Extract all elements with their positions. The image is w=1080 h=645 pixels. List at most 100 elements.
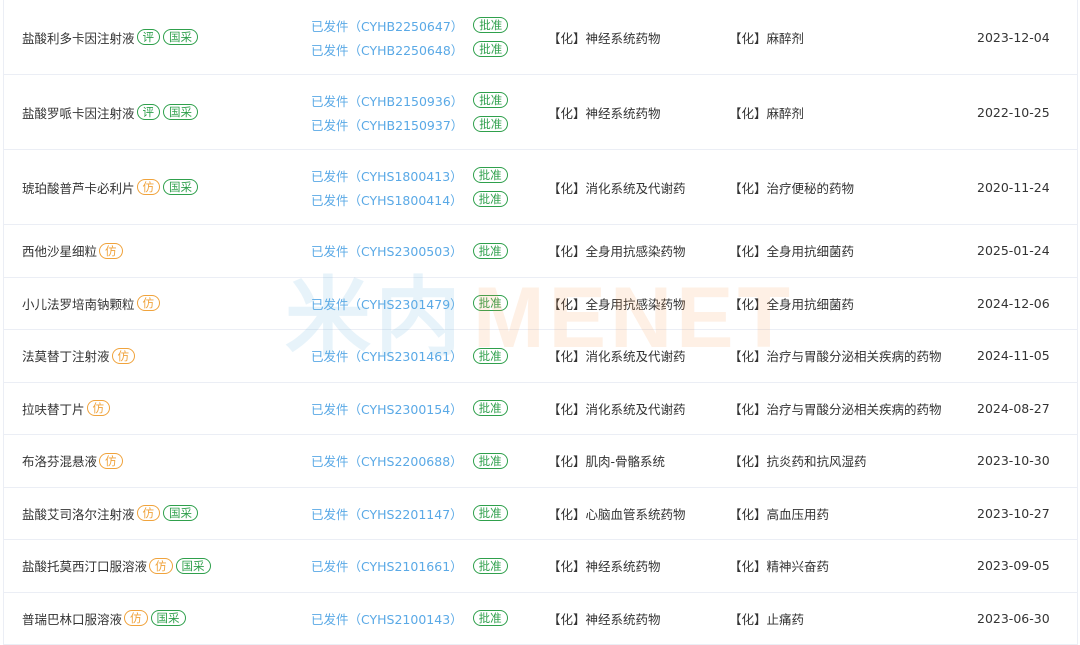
drug-name-cell: 盐酸罗哌卡因注射液 评 国采 xyxy=(22,75,199,149)
date-cell: 2023-10-27 xyxy=(977,505,1050,521)
table-row: 盐酸托莫西汀口服溶液 仿 国采 已发件（CYHS2101661） 批准 【化】神… xyxy=(4,540,1077,593)
approved-badge: 批准 xyxy=(473,41,509,57)
registration-link[interactable]: 已发件（CYHB2150937） xyxy=(311,115,463,134)
date-cell: 2024-11-05 xyxy=(977,348,1050,364)
subcategory-cell: 【化】抗炎药和抗风湿药 xyxy=(729,454,867,470)
table-row: 西他沙星细粒 仿 已发件（CYHS2300503） 批准 【化】全身用抗感染药物… xyxy=(4,225,1077,278)
approved-badge: 批准 xyxy=(472,610,508,627)
drug-name-cell: 西他沙星细粒 仿 xyxy=(22,225,123,277)
drug-name-cell: 布洛芬混悬液 仿 xyxy=(22,435,123,487)
date-cell: 2023-10-30 xyxy=(977,453,1050,469)
registration-link[interactable]: 已发件（CYHB2150936） xyxy=(311,91,463,110)
registration-cell: 已发件（CYHS2200688） 批准 xyxy=(311,435,508,487)
approved-badge: 批准 xyxy=(472,242,508,259)
drug-name-link[interactable]: 盐酸艾司洛尔注射液 xyxy=(22,504,135,523)
subcategory-cell: 【化】治疗与胃酸分泌相关疾病的药物 xyxy=(729,349,942,365)
registration-cell: 已发件（CYHS2201147） 批准 xyxy=(311,488,508,540)
drug-name-link[interactable]: 普瑞巴林口服溶液 xyxy=(22,609,122,628)
approved-badge: 批准 xyxy=(472,295,508,312)
table-row: 拉呋替丁片 仿 已发件（CYHS2300154） 批准 【化】消化系统及代谢药 … xyxy=(4,383,1077,435)
subcategory-cell: 【化】治疗与胃酸分泌相关疾病的药物 xyxy=(729,401,942,417)
generic-badge: 仿 xyxy=(149,557,173,574)
drug-name-cell: 盐酸托莫西汀口服溶液 仿 国采 xyxy=(22,540,211,592)
drug-name-link[interactable]: 小儿法罗培南钠颗粒 xyxy=(22,294,135,313)
approved-badge: 批准 xyxy=(472,347,508,364)
registration-cell: 已发件（CYHS2101661） 批准 xyxy=(311,540,508,592)
table-row: 琥珀酸普芦卡必利片 仿 国采 已发件（CYHS1800413） 批准 已发件（C… xyxy=(4,150,1077,225)
drug-name-cell: 法莫替丁注射液 仿 xyxy=(22,330,136,382)
category-cell: 【化】神经系统药物 xyxy=(548,30,661,46)
table-row: 布洛芬混悬液 仿 已发件（CYHS2200688） 批准 【化】肌肉-骨骼系统 … xyxy=(4,435,1077,488)
registration-link[interactable]: 已发件（CYHS2300154） xyxy=(311,399,463,418)
approved-badge: 批准 xyxy=(472,167,508,183)
category-cell: 【化】消化系统及代谢药 xyxy=(548,349,686,365)
category-cell: 【化】神经系统药物 xyxy=(548,611,661,627)
date-cell: 2022-10-25 xyxy=(977,104,1050,120)
guocai-badge: 国采 xyxy=(163,29,199,45)
table-row: 法莫替丁注射液 仿 已发件（CYHS2301461） 批准 【化】消化系统及代谢… xyxy=(4,330,1077,383)
page: 盐酸利多卡因注射液 评 国采 已发件（CYHB2250647） 批准 已发件（C… xyxy=(0,0,1080,645)
registration-cell: 已发件（CYHS1800413） 批准 已发件（CYHS1800414） 批准 xyxy=(311,150,508,224)
drug-name-cell: 盐酸艾司洛尔注射液 仿 国采 xyxy=(22,488,199,540)
registration-link[interactable]: 已发件（CYHS2300503） xyxy=(311,241,463,260)
category-cell: 【化】全身用抗感染药物 xyxy=(548,296,686,312)
drug-name-cell: 琥珀酸普芦卡必利片 仿 国采 xyxy=(22,150,199,224)
category-cell: 【化】消化系统及代谢药 xyxy=(548,401,686,417)
subcategory-cell: 【化】高血压用药 xyxy=(729,506,830,522)
generic-badge: 仿 xyxy=(111,347,136,364)
registration-link[interactable]: 已发件（CYHS2201147） xyxy=(311,504,463,523)
registration-cell: 已发件（CYHS2301479） 批准 xyxy=(311,278,508,330)
guocai-badge: 国采 xyxy=(163,505,199,522)
drug-name-cell: 普瑞巴林口服溶液 仿 国采 xyxy=(22,593,186,645)
subcategory-cell: 【化】治疗便秘的药物 xyxy=(729,180,855,196)
guocai-badge: 国采 xyxy=(163,104,199,120)
subcategory-cell: 【化】麻醉剂 xyxy=(729,105,805,121)
registration-link[interactable]: 已发件（CYHS2301479） xyxy=(311,294,463,313)
registration-link[interactable]: 已发件（CYHB2250647） xyxy=(311,16,463,35)
generic-badge: 仿 xyxy=(136,505,161,522)
registration-link[interactable]: 已发件（CYHB2250648） xyxy=(311,40,463,59)
registration-link[interactable]: 已发件（CYHS1800414） xyxy=(311,190,463,209)
date-cell: 2024-12-06 xyxy=(977,295,1050,311)
approved-badge: 批准 xyxy=(472,505,508,522)
approved-badge: 批准 xyxy=(472,400,508,417)
approved-badge: 批准 xyxy=(473,116,509,132)
drug-name-link[interactable]: 拉呋替丁片 xyxy=(22,399,85,418)
drug-name-link[interactable]: 盐酸托莫西汀口服溶液 xyxy=(22,556,147,575)
drug-name-link[interactable]: 盐酸利多卡因注射液 xyxy=(22,28,135,47)
drug-name-cell: 盐酸利多卡因注射液 评 国采 xyxy=(22,0,199,74)
drug-name-link[interactable]: 法莫替丁注射液 xyxy=(22,346,110,365)
registration-cell: 已发件（CYHS2300154） 批准 xyxy=(311,383,508,435)
approved-badge: 批准 xyxy=(472,452,508,469)
category-cell: 【化】肌肉-骨骼系统 xyxy=(548,454,666,470)
drug-name-link[interactable]: 西他沙星细粒 xyxy=(22,241,97,260)
drug-name-link[interactable]: 布洛芬混悬液 xyxy=(22,451,97,470)
table-row: 普瑞巴林口服溶液 仿 国采 已发件（CYHS2100143） 批准 【化】神经系… xyxy=(4,593,1077,645)
registration-link[interactable]: 已发件（CYHS2100143） xyxy=(311,609,463,628)
registration-link[interactable]: 已发件（CYHS2101661） xyxy=(311,556,463,575)
date-cell: 2023-12-04 xyxy=(977,29,1050,45)
category-cell: 【化】神经系统药物 xyxy=(548,559,661,575)
subcategory-cell: 【化】全身用抗细菌药 xyxy=(729,244,855,260)
registration-cell: 已发件（CYHS2100143） 批准 xyxy=(311,593,508,645)
category-cell: 【化】全身用抗感染药物 xyxy=(548,244,686,260)
subcategory-cell: 【化】全身用抗细菌药 xyxy=(729,296,855,312)
drug-name-link[interactable]: 盐酸罗哌卡因注射液 xyxy=(22,103,135,122)
registration-link[interactable]: 已发件（CYHS2301461） xyxy=(311,346,463,365)
category-cell: 【化】消化系统及代谢药 xyxy=(548,180,686,196)
date-cell: 2025-01-24 xyxy=(977,243,1050,259)
drug-name-link[interactable]: 琥珀酸普芦卡必利片 xyxy=(22,178,135,197)
approved-badge: 批准 xyxy=(473,92,509,108)
guocai-badge: 国采 xyxy=(163,179,199,195)
date-cell: 2023-09-05 xyxy=(977,558,1050,574)
registration-cell: 已发件（CYHB2150936） 批准 已发件（CYHB2150937） 批准 xyxy=(311,75,509,149)
registration-link[interactable]: 已发件（CYHS1800413） xyxy=(311,166,463,185)
date-cell: 2024-08-27 xyxy=(977,400,1050,416)
generic-badge: 仿 xyxy=(99,452,123,469)
generic-badge: 仿 xyxy=(99,242,123,259)
subcategory-cell: 【化】精神兴奋药 xyxy=(729,559,830,575)
drug-name-cell: 拉呋替丁片 仿 xyxy=(22,383,111,435)
registration-cell: 已发件（CYHS2301461） 批准 xyxy=(311,330,508,382)
guocai-badge: 国采 xyxy=(175,557,211,574)
registration-link[interactable]: 已发件（CYHS2200688） xyxy=(311,451,463,470)
